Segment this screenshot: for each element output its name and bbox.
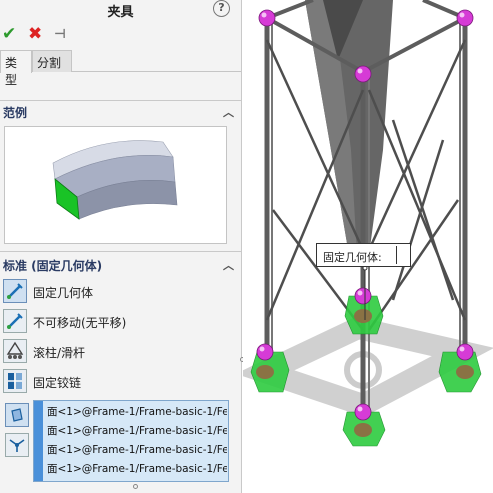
standard-section-title: 标准 (固定几何体) [3,259,103,273]
list-item[interactable]: 面<1>@Frame-1/Frame-basic-1/Fe [47,442,227,457]
option-fixed-hinge[interactable]: 固定铰链 [3,369,239,395]
list-item[interactable]: 面<1>@Frame-1/Frame-basic-1/Fe [47,423,227,438]
selected-faces-list[interactable]: 面<1>@Frame-1/Frame-basic-1/Fe 面<1>@Frame… [33,400,229,482]
fixture-callout[interactable]: 固定几何体: [316,243,411,267]
example-preview-image [4,126,227,244]
option-immovable[interactable]: 不可移动(无平移) [3,309,239,335]
fixed-hinge-icon [3,369,27,393]
option-label: 滚柱/滑杆 [33,346,86,360]
tab-split[interactable]: 分割 [32,50,72,72]
help-icon[interactable]: ? [213,0,230,17]
vertex-selection-icon[interactable] [5,433,29,457]
option-fixed-geometry[interactable]: 固定几何体 [3,279,239,305]
ok-checkmark-icon[interactable]: ✔ [2,24,16,44]
option-label: 固定几何体 [33,286,94,300]
section-divider [0,251,241,252]
immovable-icon [3,309,27,333]
option-label: 固定铰链 [33,376,82,390]
resize-grip-icon[interactable] [133,484,138,489]
face-selection-icon[interactable] [5,403,29,427]
action-bar: ✔ ✖ ⊣ [0,20,241,50]
collapse-chevron-icon[interactable]: ︿ [223,104,234,120]
graphics-viewport[interactable]: 固定几何体: [235,0,493,493]
list-item[interactable]: 面<1>@Frame-1/Frame-basic-1/Fe [47,461,227,476]
curved-block-preview [52,140,178,220]
example-section-header[interactable]: 范例 ︿ [0,104,241,124]
property-manager-panel: 夹具 ? ✔ ✖ ⊣ 类型 分割 范例 ︿ 标准 (固定几何体) ︿ 固定几何体… [0,0,242,493]
cancel-x-icon[interactable]: ✖ [28,24,42,44]
callout-separator [396,246,397,264]
panel-title-bar: 夹具 ? [0,0,241,20]
tab-type[interactable]: 类型 [0,50,32,87]
tab-strip: 类型 分割 [0,50,241,87]
panel-title: 夹具 [107,5,134,20]
list-item[interactable]: 面<1>@Frame-1/Frame-basic-1/Fe [47,404,227,419]
option-roller-slider[interactable]: 滚柱/滑杆 [3,339,239,365]
section-divider [0,100,241,101]
pin-icon[interactable]: ⊣ [54,27,66,42]
roller-slider-icon [3,339,27,363]
fixed-geometry-icon [3,279,27,303]
callout-label: 固定几何体: [323,251,382,264]
collapse-chevron-icon[interactable]: ︿ [223,257,234,273]
option-label: 不可移动(无平移) [33,316,127,330]
example-section-title: 范例 [3,106,28,120]
standard-section-header[interactable]: 标准 (固定几何体) ︿ [0,257,241,277]
list-selection-bar [34,401,43,481]
